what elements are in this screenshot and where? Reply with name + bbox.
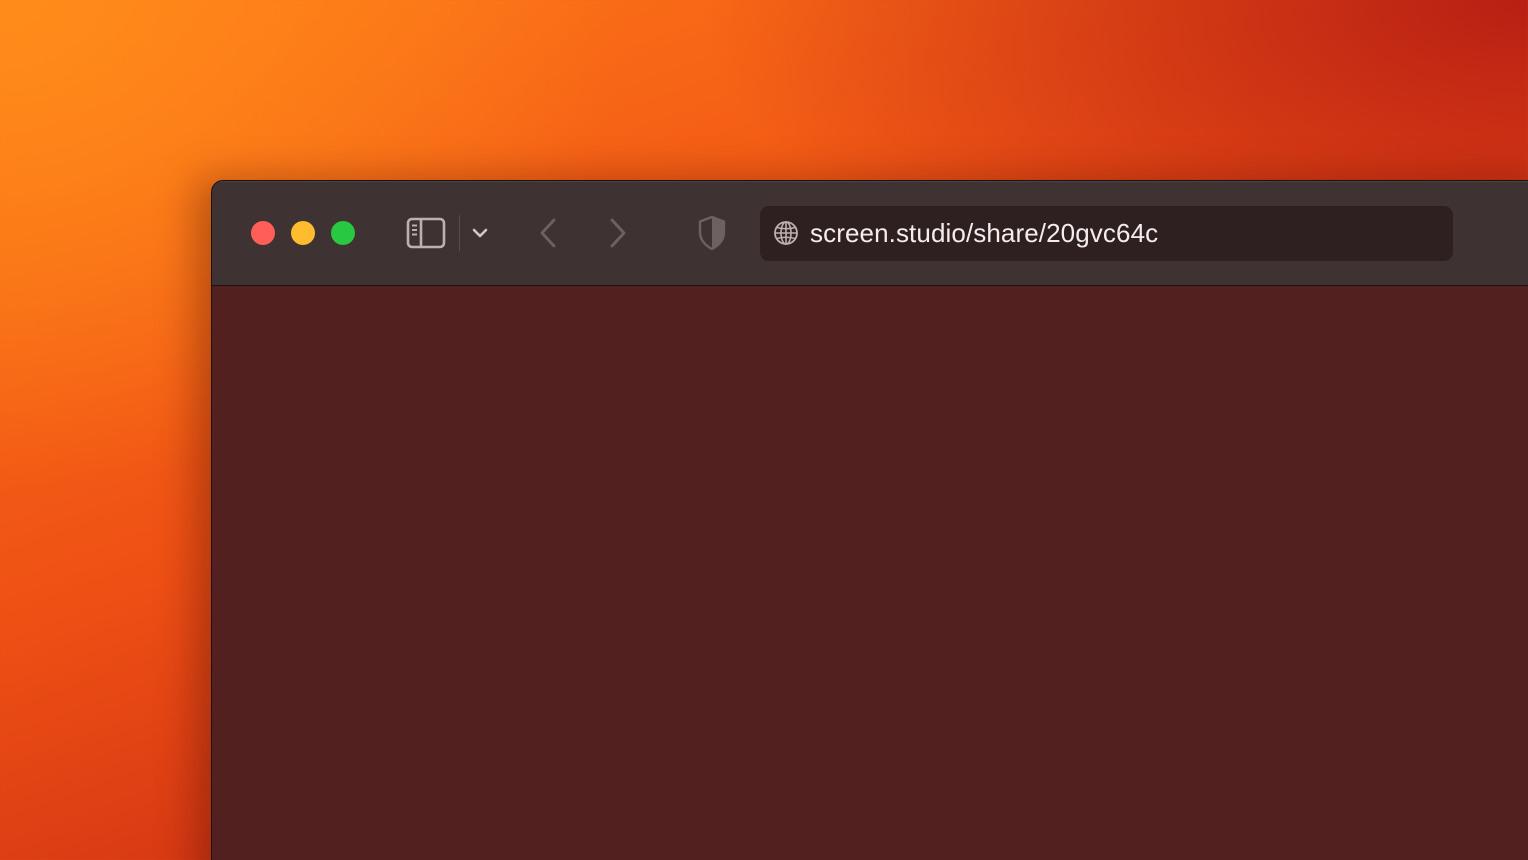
globe-icon	[774, 221, 798, 245]
zoom-window-button[interactable]	[331, 221, 355, 245]
browser-window: screen.studio/share/20gvc64c	[211, 180, 1528, 860]
page-content	[212, 286, 1528, 860]
address-url-text[interactable]: screen.studio/share/20gvc64c	[810, 206, 1158, 261]
desktop-background: screen.studio/share/20gvc64c	[0, 0, 1528, 860]
sidebar-icon	[406, 217, 446, 249]
toolbar-divider	[459, 215, 460, 251]
back-button[interactable]	[534, 215, 562, 251]
privacy-report-button[interactable]	[696, 215, 728, 251]
forward-button[interactable]	[604, 215, 632, 251]
chevron-right-icon	[610, 218, 626, 248]
sidebar-toggle-button[interactable]	[404, 215, 448, 251]
shield-icon	[698, 215, 726, 251]
chevron-left-icon	[540, 218, 556, 248]
tab-group-menu-button[interactable]	[468, 221, 492, 245]
close-window-button[interactable]	[251, 221, 275, 245]
address-bar[interactable]: screen.studio/share/20gvc64c	[760, 206, 1453, 261]
browser-toolbar: screen.studio/share/20gvc64c	[212, 181, 1528, 286]
minimize-window-button[interactable]	[291, 221, 315, 245]
chevron-down-icon	[472, 228, 488, 238]
